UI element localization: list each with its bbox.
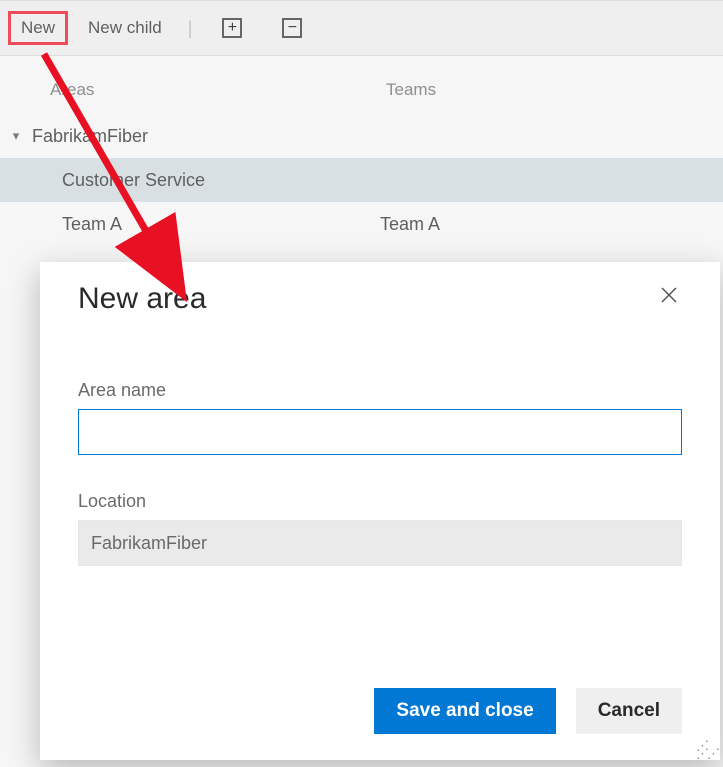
area-name-label: Area name: [78, 380, 682, 401]
location-field: Location: [78, 491, 682, 566]
close-button[interactable]: [656, 282, 682, 311]
close-icon: [660, 286, 678, 304]
resize-grip-icon: ⋰⋰⋰: [696, 742, 718, 758]
dialog-title: New area: [78, 282, 206, 316]
location-input[interactable]: [78, 520, 682, 566]
new-area-dialog: New area Area name Location Save and clo…: [40, 262, 720, 760]
area-name-field: Area name: [78, 380, 682, 455]
location-label: Location: [78, 491, 682, 512]
cancel-button[interactable]: Cancel: [576, 688, 682, 734]
save-and-close-button[interactable]: Save and close: [374, 688, 555, 734]
area-name-input[interactable]: [78, 409, 682, 455]
